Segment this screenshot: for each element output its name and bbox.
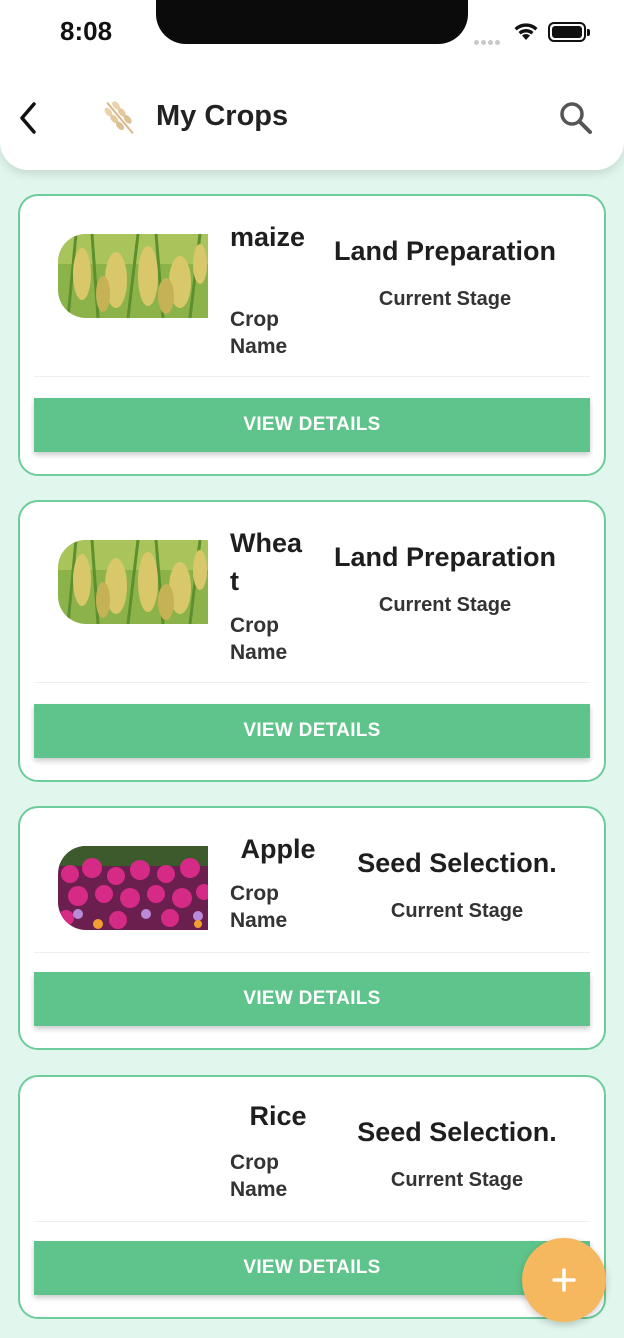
wifi-icon [512,20,540,47]
crop-name-label: Crop Name [230,614,288,664]
view-details-button[interactable]: VIEW DETAILS [34,1241,590,1295]
crop-name: maize [230,222,306,252]
view-details-button[interactable]: VIEW DETAILS [34,398,590,452]
plus-icon [552,1268,576,1292]
card-divider [34,1221,590,1222]
crop-image [58,846,208,930]
back-button[interactable] [14,98,44,138]
chevron-left-icon [20,102,36,134]
crop-card: Rice Crop Name Seed Selection. Current S… [18,1075,606,1319]
wheat-icon [98,96,142,140]
crop-name: Rice [249,1101,307,1131]
current-stage-label: Current Stage [390,900,524,922]
card-divider [34,376,590,377]
current-stage-value: Seed Selection. [357,848,557,878]
crop-name-label: Crop Name [230,308,288,358]
current-stage-value: Land Preparation [333,236,557,266]
crop-image [58,234,208,318]
view-details-button[interactable]: VIEW DETAILS [34,704,590,758]
top-bar: 8:08 My Crops [0,0,624,170]
cellular-signal-icon [474,32,502,50]
crop-card: Apple Crop Name Seed Selection. Current … [18,806,606,1050]
crop-name-label: Crop Name [230,882,288,932]
crop-name: Wheat [230,528,303,596]
current-stage-value: Land Preparation [333,542,557,572]
search-button[interactable] [556,98,596,138]
current-stage-label: Current Stage [378,288,512,310]
crop-card: maize Crop Name Land Preparation Current… [18,194,606,476]
page-title: My Crops [156,100,289,132]
current-stage-label: Current Stage [378,594,512,616]
crop-card: Wheat Crop Name Land Preparation Current… [18,500,606,782]
battery-icon [548,22,590,42]
view-details-button[interactable]: VIEW DETAILS [34,972,590,1026]
crop-name-label: Crop Name [230,1151,288,1201]
search-icon [560,102,592,134]
crop-name: Apple [240,834,316,864]
card-divider [34,682,590,683]
app-header: My Crops [0,86,624,150]
crop-image [58,540,208,624]
status-time: 8:08 [60,16,113,46]
card-divider [34,952,590,953]
current-stage-label: Current Stage [390,1169,524,1191]
current-stage-value: Seed Selection. [357,1117,557,1147]
add-crop-button[interactable] [522,1238,606,1322]
device-notch [156,0,468,44]
status-bar: 8:08 [0,0,624,64]
